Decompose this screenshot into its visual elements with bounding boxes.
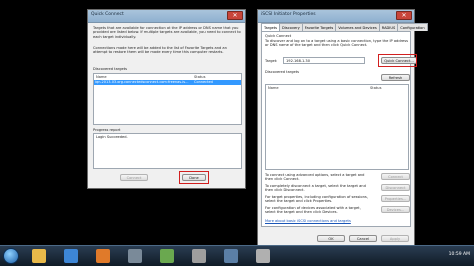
cancel-button[interactable]: Cancel (349, 235, 377, 242)
close-icon[interactable]: ✕ (396, 11, 412, 20)
iscsi-titlebar[interactable]: iSCSI Initiator Properties ✕ (258, 10, 414, 23)
tab-discovery[interactable]: Discovery (279, 23, 303, 31)
tab-configuration[interactable]: Configuration (397, 23, 428, 31)
quick-connect-note: Connections made here will be added to t… (93, 46, 227, 55)
close-icon[interactable]: ✕ (227, 11, 243, 20)
quick-connect-title: Quick Connect (91, 12, 124, 17)
disconnect-description: To completely disconnect a target, selec… (265, 184, 366, 193)
properties-button[interactable]: Properties... (381, 195, 410, 202)
app-icon[interactable] (224, 249, 238, 263)
iscsi-title: iSCSI Initiator Properties (261, 12, 316, 17)
discovered-targets-label: Discovered targets (93, 67, 127, 71)
column-status-header[interactable]: Status (370, 86, 381, 90)
app-icon[interactable] (160, 249, 174, 263)
column-name-header[interactable]: Name (96, 75, 107, 79)
quick-connect-window: Quick Connect ✕ Targets that are availab… (87, 9, 246, 189)
ok-button[interactable]: OK (317, 235, 345, 242)
app-icon[interactable] (256, 249, 270, 263)
discovered-targets-label: Discovered targets (265, 70, 299, 74)
explorer-icon[interactable] (32, 249, 46, 263)
progress-report-box: Login Succeeded. (93, 133, 242, 169)
target-input[interactable]: 192.168.1.30 (283, 57, 365, 64)
more-info-link[interactable]: More about basic iSCSI connections and t… (265, 219, 351, 223)
apply-button[interactable]: Apply (381, 235, 409, 242)
progress-report-text: Login Succeeded. (96, 135, 128, 139)
refresh-button[interactable]: Refresh (381, 74, 410, 81)
start-button-icon[interactable] (3, 248, 19, 264)
quick-connect-button-highlight (378, 54, 417, 67)
quick-connect-description: Targets that are available for connectio… (93, 26, 241, 39)
table-row[interactable]: iqn.2013-03.org.connectedsconnect.com:fr… (94, 80, 241, 85)
properties-description: For target properties, including configu… (265, 195, 368, 204)
taskbar: 10:59 AM (0, 245, 474, 266)
iscsi-tabs: Targets Discovery Favorite Targets Volum… (261, 23, 428, 31)
target-input-value: 192.168.1.30 (286, 59, 311, 63)
media-player-icon[interactable] (96, 249, 110, 263)
discovered-targets-list[interactable]: Name Status (265, 84, 409, 170)
iscsi-properties-window: iSCSI Initiator Properties ✕ Targets Dis… (257, 9, 428, 246)
target-label: Target: (265, 59, 278, 63)
app-icon[interactable] (192, 249, 206, 263)
tab-favorite-targets[interactable]: Favorite Targets (301, 23, 337, 31)
quick-connect-description: To discover and log on to a target using… (265, 39, 408, 48)
disconnect-button[interactable]: Disconnect (381, 184, 410, 191)
tab-radius[interactable]: RADIUS (378, 23, 399, 31)
app-icon[interactable] (128, 249, 142, 263)
devices-button[interactable]: Devices... (381, 206, 410, 213)
targets-tab-panel: Quick Connect To discover and log on to … (261, 31, 417, 227)
quick-connect-heading: Quick Connect (265, 34, 292, 38)
browser-icon[interactable] (64, 249, 78, 263)
desktop: Quick Connect ✕ Targets that are availab… (0, 0, 474, 266)
devices-description: For configuration of devices associated … (265, 206, 361, 215)
connect-button[interactable]: Connect (381, 173, 410, 180)
target-status-cell: Connected (194, 80, 213, 84)
progress-report-label: Progress report (93, 128, 121, 132)
connect-description: To connect using advanced options, selec… (265, 173, 365, 182)
done-button-highlight (179, 171, 209, 184)
column-name-header[interactable]: Name (268, 86, 279, 90)
target-name-cell: iqn.2013-03.org.connectedsconnect.com:fr… (95, 80, 189, 84)
tab-targets[interactable]: Targets (261, 23, 280, 31)
tab-volumes-and-devices[interactable]: Volumes and Devices (335, 23, 380, 31)
column-status-header[interactable]: Status (194, 75, 205, 79)
clock[interactable]: 10:59 AM (449, 252, 470, 257)
quick-connect-targets-list[interactable]: Name Status iqn.2013-03.org.connectedsco… (93, 73, 242, 125)
quick-connect-titlebar[interactable]: Quick Connect ✕ (88, 10, 245, 23)
connect-button[interactable]: Connect (120, 174, 148, 181)
